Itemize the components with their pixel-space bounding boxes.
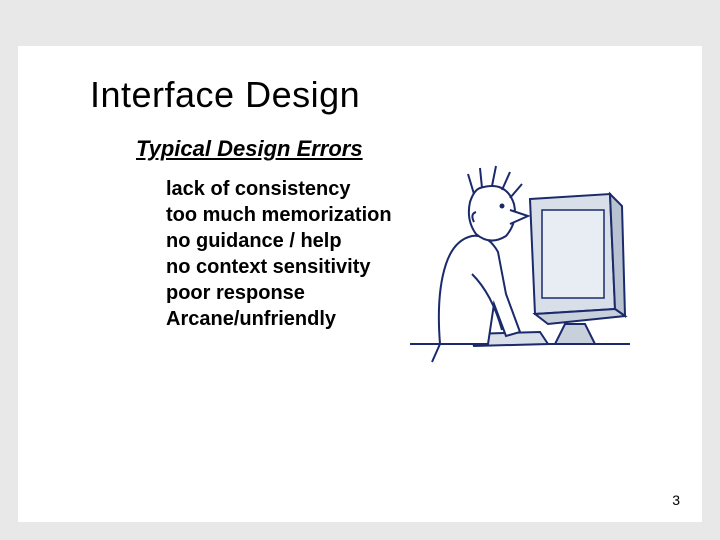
person-at-computer-icon (410, 144, 630, 374)
slide-subtitle: Typical Design Errors (136, 136, 363, 162)
list-item: no context sensitivity (166, 254, 392, 280)
list-item: no guidance / help (166, 228, 392, 254)
error-list: lack of consistency too much memorizatio… (166, 176, 392, 332)
list-item: poor response (166, 280, 392, 306)
list-item: too much memorization (166, 202, 392, 228)
slide-title: Interface Design (90, 74, 360, 116)
page-number: 3 (672, 492, 680, 508)
slide: Interface Design Typical Design Errors l… (18, 46, 702, 522)
list-item: Arcane/unfriendly (166, 306, 392, 332)
list-item: lack of consistency (166, 176, 392, 202)
